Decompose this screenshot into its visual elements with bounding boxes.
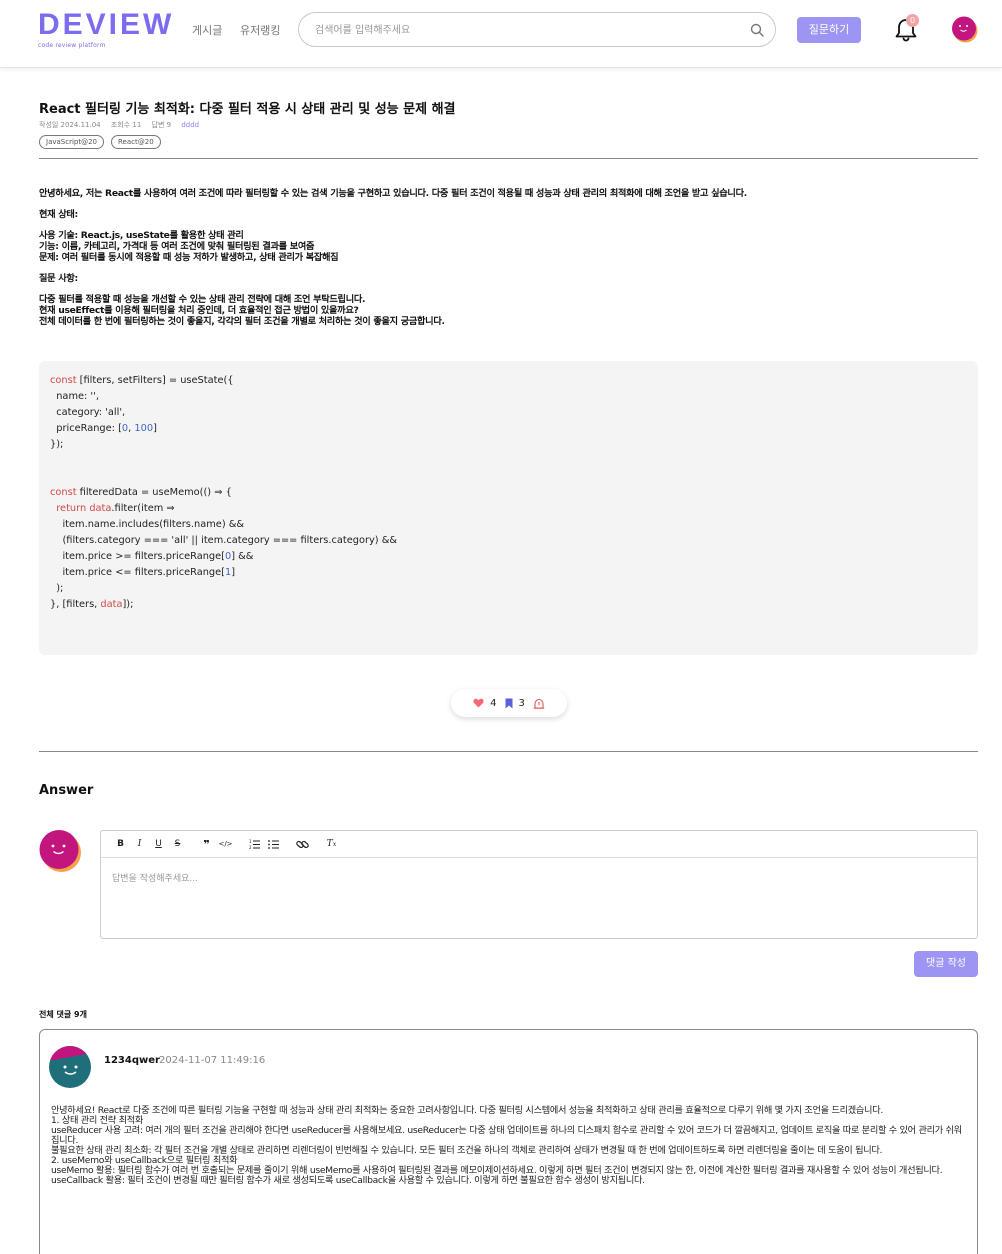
reaction-bar: 4 3 — [451, 689, 567, 717]
code-content: const [filters, setFilters] = useState({… — [50, 375, 398, 610]
like-button[interactable]: 4 — [473, 697, 497, 709]
clear-format-icon[interactable]: Tx — [322, 835, 341, 854]
avatar — [39, 830, 81, 872]
search-bar — [298, 12, 776, 47]
body-line: 사용 기술: React.js, useState를 활용한 상태 관리 — [39, 230, 244, 241]
body-heading-questions: 질문 사항: — [39, 273, 78, 284]
like-count: 4 — [490, 697, 497, 709]
logo[interactable]: DEVIEW code review platform — [38, 8, 175, 50]
answer-editor: B I U S ❞ </> 1 2 Tx 답변을 작성해주세요... — [100, 830, 978, 939]
body-heading-status: 현재 상태: — [39, 209, 78, 220]
bullet-list-icon[interactable] — [264, 835, 283, 854]
svg-text:2: 2 — [249, 845, 252, 850]
strikethrough-icon[interactable]: S — [168, 835, 187, 854]
divider — [39, 158, 978, 159]
blockquote-icon[interactable]: ❞ — [197, 835, 216, 854]
body-line: 문제: 여러 필터를 동시에 적용할 때 성능 저하가 발생하고, 상태 관리가… — [39, 252, 339, 263]
search-input[interactable] — [315, 21, 735, 39]
tag-list: JavaScript@20 React@20 — [39, 135, 161, 149]
code-icon[interactable]: </> — [216, 835, 235, 854]
search-icon[interactable] — [749, 22, 765, 38]
avatar — [49, 1046, 91, 1088]
answer-heading: Answer — [39, 783, 94, 798]
svg-text:1: 1 — [249, 839, 252, 844]
post-author[interactable]: dddd — [181, 121, 199, 129]
post-meta: 작성일 2024.11.04 조회수 11 답변 9 dddd — [39, 120, 207, 130]
comment-username[interactable]: 1234qwer — [104, 1055, 160, 1066]
comments-count: 전체 댓글 9개 — [39, 1010, 87, 1019]
bookmark-count: 3 — [518, 697, 525, 709]
editor-toolbar: B I U S ❞ </> 1 2 Tx — [101, 831, 977, 858]
tag-javascript[interactable]: JavaScript@20 — [39, 135, 104, 149]
link-icon[interactable] — [293, 835, 312, 854]
comment-body: 안녕하세요! React로 다중 조건에 따른 필터링 기능을 구현할 때 성능… — [51, 1106, 969, 1186]
post-title: React 필터링 기능 최적화: 다중 필터 적용 시 상태 관리 및 성능 … — [39, 102, 456, 117]
post-views: 조회수 11 — [110, 121, 142, 129]
report-icon[interactable] — [533, 698, 545, 709]
bookmark-icon — [505, 698, 512, 708]
post-body: 안녕하세요, 저는 React를 사용하여 여러 조건에 따라 필터링할 수 있… — [39, 188, 969, 327]
comment-date: 2024-11-07 11:49:16 — [159, 1055, 266, 1066]
answer-input[interactable]: 답변을 작성해주세요... — [112, 871, 198, 884]
body-paragraph: 안녕하세요, 저는 React를 사용하여 여러 조건에 따라 필터링할 수 있… — [39, 188, 747, 199]
top-header: DEVIEW code review platform 게시글 유저랭킹 질문하… — [0, 0, 1002, 68]
underline-icon[interactable]: U — [149, 835, 168, 854]
heart-icon — [473, 698, 484, 708]
body-line: 현재 useEffect를 이용해 필터링을 처리 중인데, 더 효율적인 접근… — [39, 305, 359, 316]
comment-line: useReducer 사용 고려: 여러 개의 필터 조건을 관리해야 한다면 … — [51, 1125, 962, 1146]
code-block: const [filters, setFilters] = useState({… — [39, 361, 978, 655]
post-answers: 답변 9 — [151, 121, 172, 129]
ask-question-button[interactable]: 질문하기 — [797, 17, 861, 43]
logo-subtitle: code review platform — [38, 42, 106, 49]
notification-badge: 0 — [906, 14, 919, 27]
nav-user-ranking[interactable]: 유저랭킹 — [240, 22, 280, 38]
body-line: 다중 필터를 적용할 때 성능을 개선할 수 있는 상태 관리 전략에 대해 조… — [39, 294, 366, 305]
ordered-list-icon[interactable]: 1 2 — [245, 835, 264, 854]
logo-text: DEVIEW — [38, 8, 175, 41]
comment-line: useCallback 활용: 필터 조건이 변경될 때만 필터링 함수가 새로… — [51, 1175, 645, 1186]
divider — [39, 751, 978, 752]
nav-posts[interactable]: 게시글 — [192, 22, 222, 38]
bookmark-button[interactable]: 3 — [505, 698, 525, 709]
comment-line: 안녕하세요! React로 다중 조건에 따른 필터링 기능을 구현할 때 성능… — [51, 1105, 883, 1116]
bold-icon[interactable]: B — [111, 835, 130, 854]
body-line: 전체 데이터를 한 번에 필터링하는 것이 좋을지, 각각의 필터 조건을 개별… — [39, 316, 445, 327]
submit-comment-button[interactable]: 댓글 작성 — [914, 951, 978, 977]
post-date: 작성일 2024.11.04 — [39, 121, 101, 129]
body-line: 기능: 이름, 카테고리, 가격대 등 여러 조건에 맞춰 필터링된 결과를 보… — [39, 241, 315, 252]
avatar[interactable] — [951, 16, 978, 43]
tag-react[interactable]: React@20 — [111, 135, 161, 149]
comment-card: 1234qwer 2024-11-07 11:49:16 안녕하세요! Reac… — [39, 1029, 978, 1254]
italic-icon[interactable]: I — [130, 835, 149, 854]
